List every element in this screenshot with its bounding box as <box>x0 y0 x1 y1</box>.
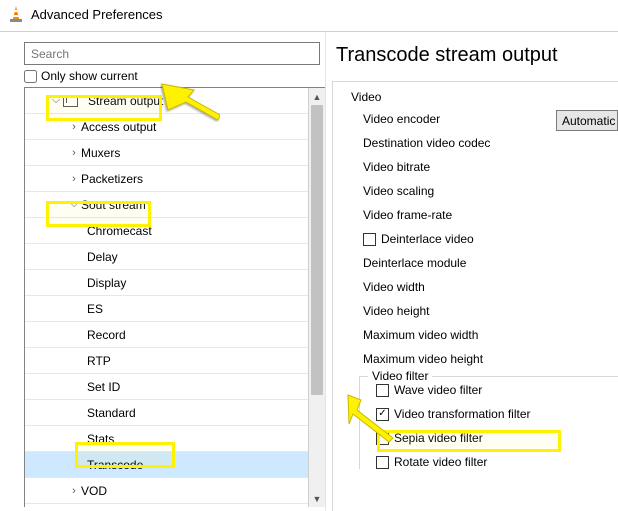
max-height-label: Maximum video height <box>363 352 618 366</box>
tree-label: RTP <box>87 354 111 368</box>
video-width-label: Video width <box>363 280 618 294</box>
sidebar: Only show current ⌵ Stream output › Acce… <box>0 32 326 511</box>
rotate-filter-label: Rotate video filter <box>394 455 487 469</box>
video-height-label: Video height <box>363 304 618 318</box>
sepia-filter-checkbox[interactable] <box>376 432 389 445</box>
scroll-down-icon[interactable]: ▼ <box>309 490 325 507</box>
deinterlace-video-label: Deinterlace video <box>381 232 474 246</box>
deinterlace-module-label: Deinterlace module <box>363 256 618 270</box>
tree-label: Set ID <box>87 380 120 394</box>
video-framerate-label: Video frame-rate <box>363 208 618 222</box>
search-input[interactable] <box>24 42 320 65</box>
tree-item-record[interactable]: Record <box>25 322 308 348</box>
tree-label: Sout stream <box>81 198 146 212</box>
tree-item-es[interactable]: ES <box>25 296 308 322</box>
stream-output-icon <box>63 95 78 107</box>
tree-item-transcode[interactable]: Transcode <box>25 452 308 478</box>
tree-label: Stats <box>87 432 114 446</box>
tree-label: Muxers <box>81 146 120 160</box>
page-heading: Transcode stream output <box>336 44 618 67</box>
titlebar: Advanced Preferences <box>0 0 618 32</box>
tree-label: ES <box>87 302 103 316</box>
tree-item-set-id[interactable]: Set ID <box>25 374 308 400</box>
chevron-right-icon: › <box>67 147 81 159</box>
tree-label: Access output <box>81 120 156 134</box>
sepia-filter-label: Sepia video filter <box>394 431 483 445</box>
transform-filter-field: ✓ Video transformation filter <box>376 407 618 421</box>
wave-filter-checkbox[interactable] <box>376 384 389 397</box>
tree-item-chromecast[interactable]: Chromecast <box>25 218 308 244</box>
scroll-up-icon[interactable]: ▲ <box>309 88 325 105</box>
video-filter-group: Video filter Wave video filter ✓ Video t… <box>359 376 618 469</box>
rotate-filter-field: Rotate video filter <box>376 455 618 469</box>
chevron-down-icon: ⌵ <box>67 198 81 211</box>
chevron-right-icon: › <box>67 121 81 133</box>
video-scaling-label: Video scaling <box>363 184 618 198</box>
tree-item-stats[interactable]: Stats <box>25 426 308 452</box>
tree-label: Packetizers <box>81 172 143 186</box>
tree-label: Display <box>87 276 126 290</box>
video-bitrate-label: Video bitrate <box>363 160 618 174</box>
content-panel: Transcode stream output Video Video enco… <box>326 32 618 511</box>
tree-item-standard[interactable]: Standard <box>25 400 308 426</box>
transform-filter-label: Video transformation filter <box>394 407 531 421</box>
tree-label: Delay <box>87 250 118 264</box>
tree-item-access-output[interactable]: › Access output <box>25 114 308 140</box>
video-encoder-value: Automatic <box>562 114 615 128</box>
tree-item-packetizers[interactable]: › Packetizers <box>25 166 308 192</box>
window-title: Advanced Preferences <box>31 7 163 22</box>
tree-label: Stream output <box>88 94 163 108</box>
wave-filter-label: Wave video filter <box>394 383 482 397</box>
vlc-cone-icon <box>8 5 24 23</box>
wave-filter-field: Wave video filter <box>376 383 618 397</box>
video-filter-legend: Video filter <box>368 369 432 383</box>
tree-scrollbar[interactable]: ▲ ▼ <box>308 88 325 507</box>
chevron-right-icon: › <box>67 173 81 185</box>
max-width-label: Maximum video width <box>363 328 618 342</box>
rotate-filter-checkbox[interactable] <box>376 456 389 469</box>
tree-item-delay[interactable]: Delay <box>25 244 308 270</box>
tree-label: VOD <box>81 484 107 498</box>
tree-item-stream-output[interactable]: ⌵ Stream output <box>25 88 308 114</box>
tree-label: Standard <box>87 406 136 420</box>
tree-item-display[interactable]: Display <box>25 270 308 296</box>
scroll-thumb[interactable] <box>311 105 323 395</box>
tree-item-muxers[interactable]: › Muxers <box>25 140 308 166</box>
video-encoder-select[interactable]: Automatic <box>556 110 618 131</box>
only-show-current-label: Only show current <box>41 69 138 83</box>
only-show-current-checkbox[interactable] <box>24 70 37 83</box>
chevron-right-icon: › <box>67 485 81 497</box>
video-group-label: Video <box>351 90 618 104</box>
sepia-filter-field: Sepia video filter <box>376 431 618 445</box>
dest-codec-label: Destination video codec <box>363 136 618 150</box>
tree-item-sout-stream[interactable]: ⌵ Sout stream <box>25 192 308 218</box>
tree-item-vod[interactable]: › VOD <box>25 478 308 504</box>
settings-tree: ⌵ Stream output › Access output › Muxers <box>25 88 308 507</box>
tree-label: Transcode <box>87 458 143 472</box>
deinterlace-video-field: Deinterlace video <box>363 232 618 246</box>
tree-item-rtp[interactable]: RTP <box>25 348 308 374</box>
deinterlace-video-checkbox[interactable] <box>363 233 376 246</box>
chevron-down-icon: ⌵ <box>49 94 63 107</box>
tree-label: Record <box>87 328 126 342</box>
tree-label: Chromecast <box>87 224 152 238</box>
transform-filter-checkbox[interactable]: ✓ <box>376 408 389 421</box>
